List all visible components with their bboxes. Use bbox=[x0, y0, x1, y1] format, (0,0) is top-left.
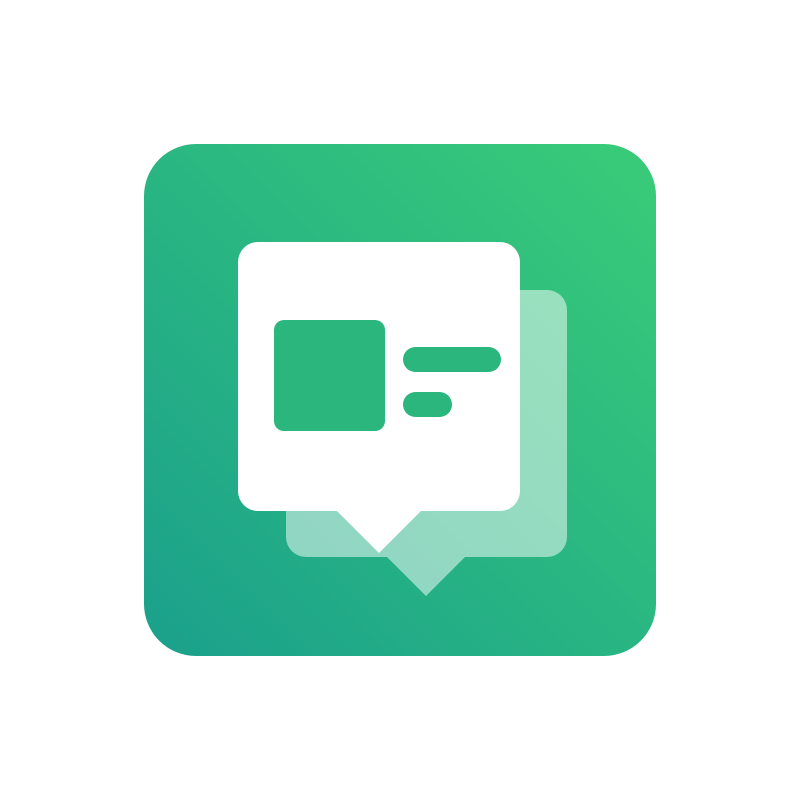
text-line-short bbox=[403, 392, 452, 417]
icon-stage bbox=[0, 0, 800, 800]
app-icon bbox=[144, 144, 656, 656]
text-line-long bbox=[403, 347, 501, 372]
image-placeholder-square bbox=[274, 320, 385, 431]
